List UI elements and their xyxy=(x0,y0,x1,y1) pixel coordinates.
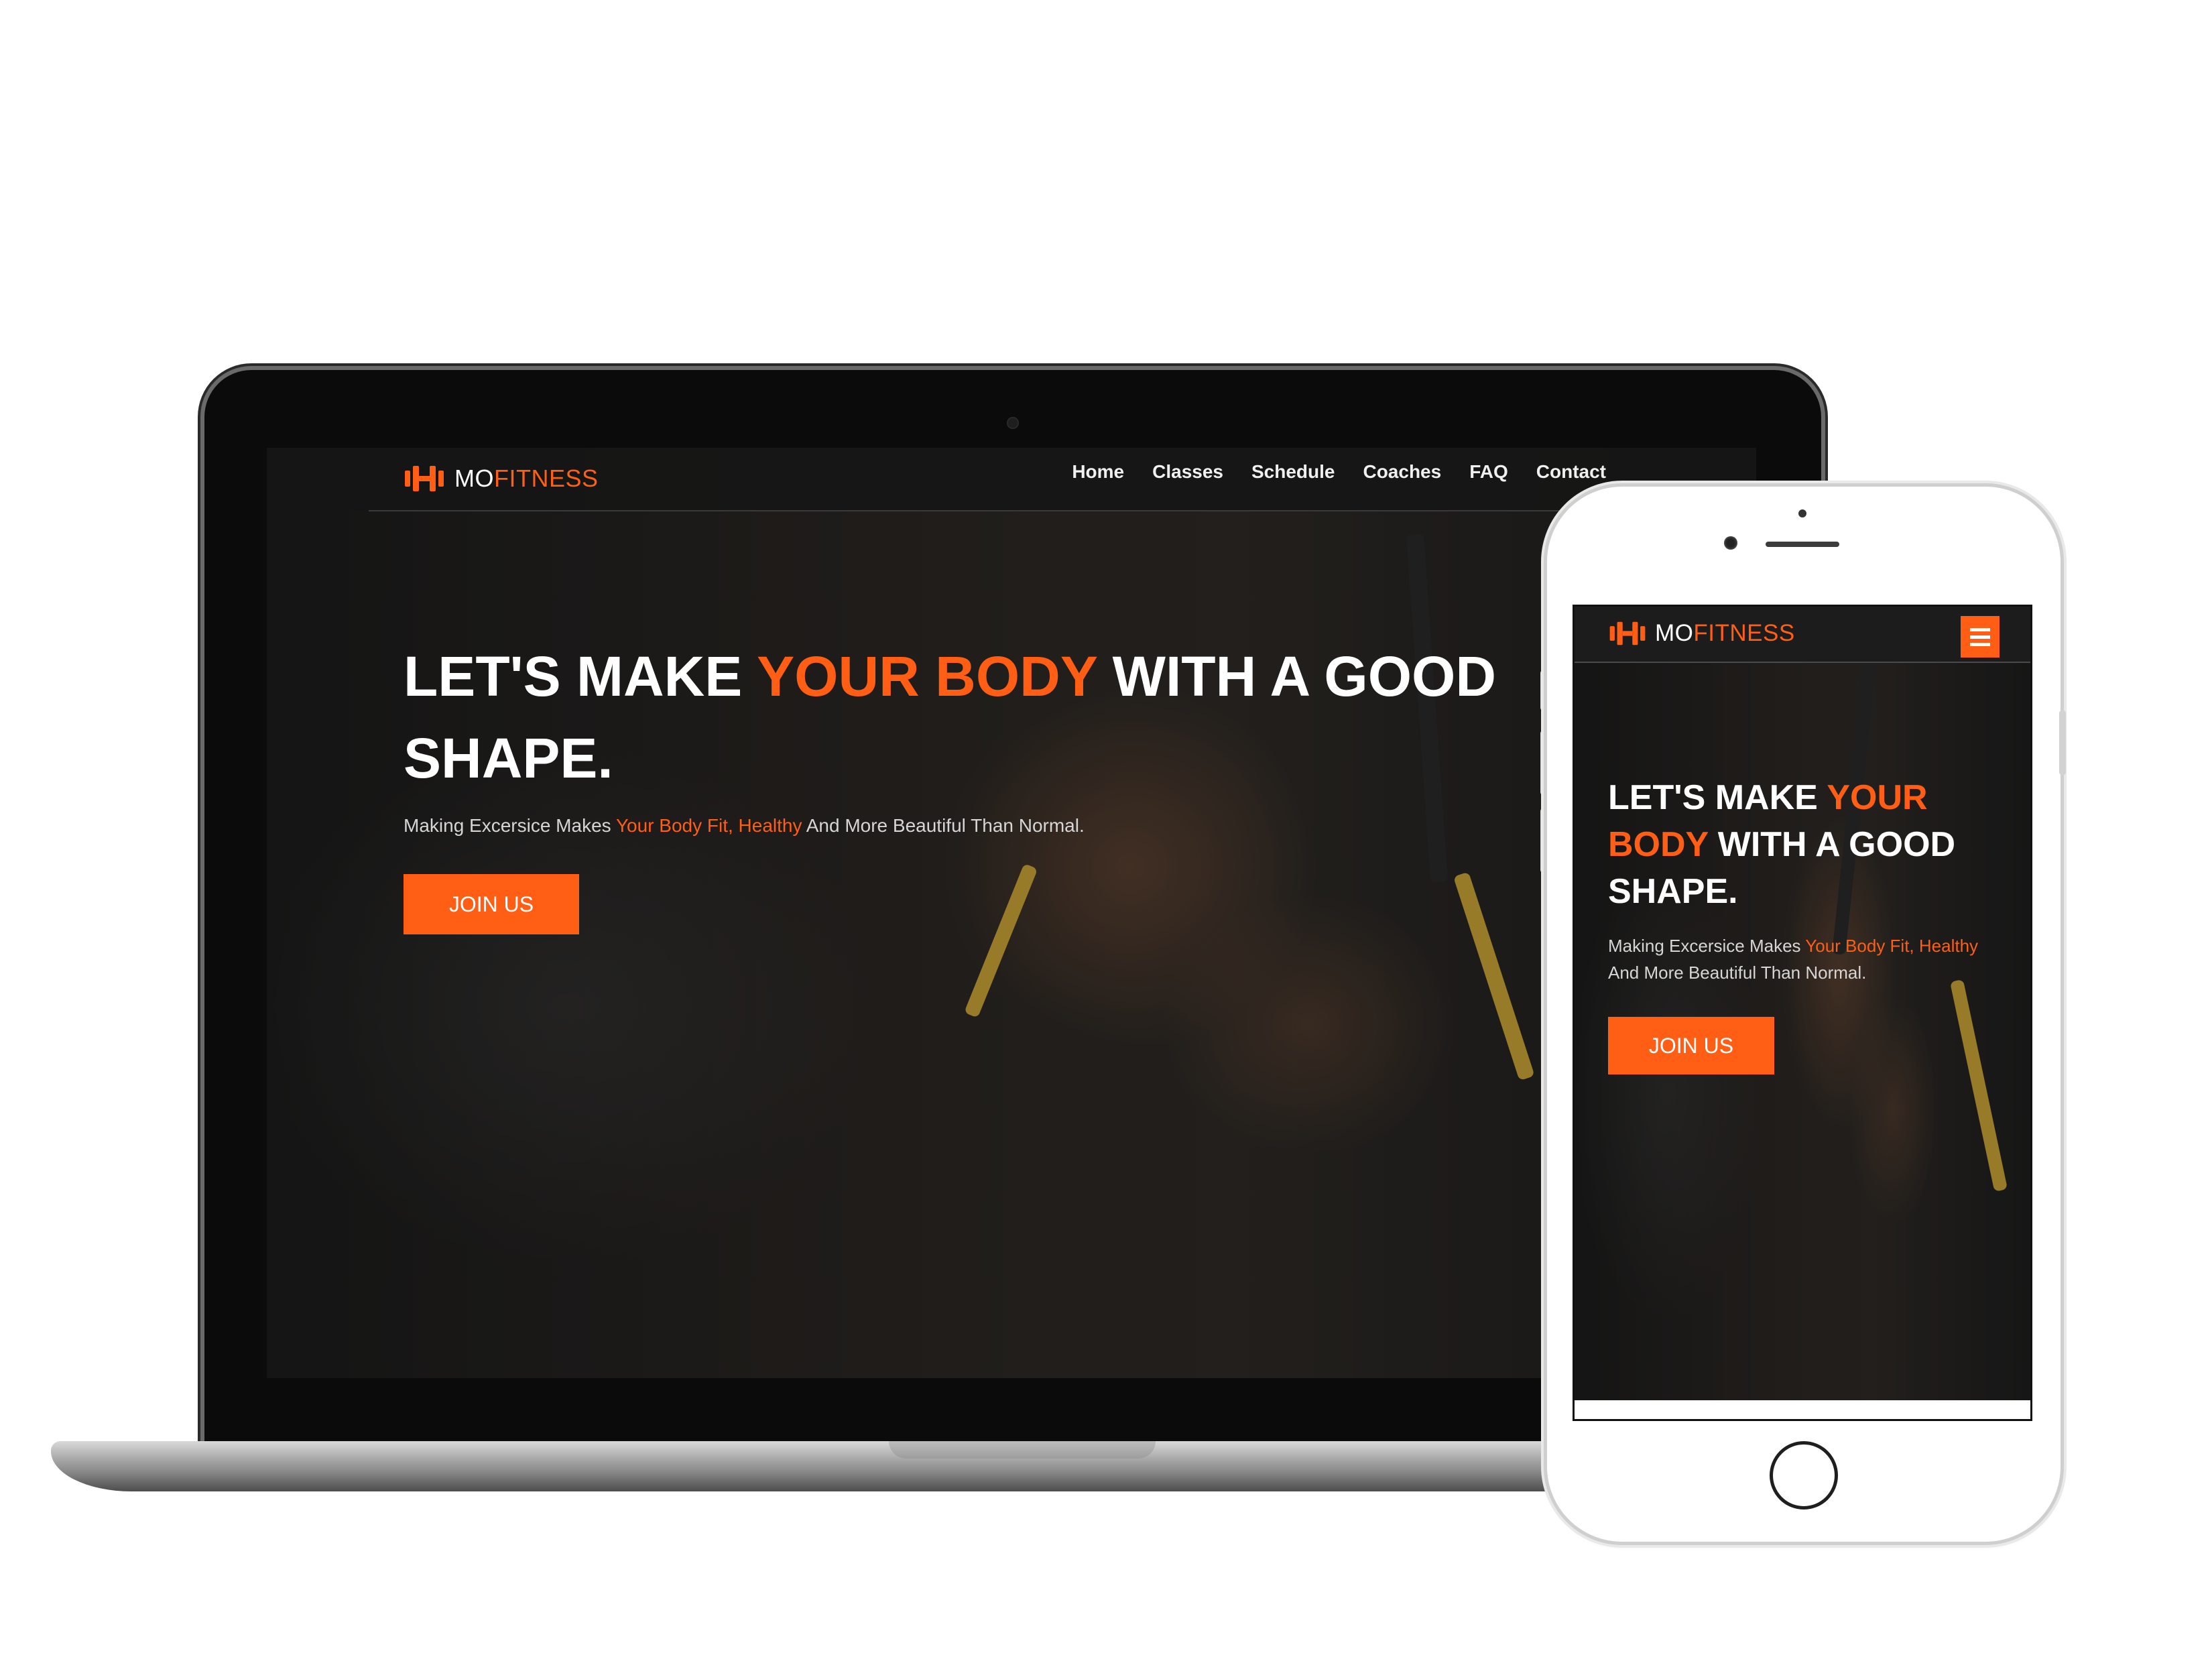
phone-speaker xyxy=(1766,542,1839,547)
home-button[interactable] xyxy=(1770,1441,1838,1510)
header-divider xyxy=(369,510,1654,511)
hero-subtitle: Making Excersice Makes Your Body Fit, He… xyxy=(1608,936,1979,983)
menu-bar xyxy=(1970,627,1990,631)
hero-overlay xyxy=(1575,607,2030,1419)
mobile-header: MOFITNESS xyxy=(1575,607,2030,662)
nav-home[interactable]: Home xyxy=(1072,461,1124,483)
dumbbell-icon xyxy=(1609,621,1646,646)
hero-subtitle: Making Excersice Makes Your Body Fit, He… xyxy=(404,815,1085,836)
header-divider xyxy=(1575,662,2030,663)
brand-name: MOFITNESS xyxy=(1655,620,1795,646)
laptop-screen: MOFITNESS Home Classes Schedule Coaches … xyxy=(267,448,1756,1378)
phone-screen: MOFITNESS LET'S MAKE YOUR BODY WITH A GOO… xyxy=(1573,605,2032,1421)
laptop-trackpad-notch xyxy=(889,1441,1156,1459)
brand-name: MOFITNESS xyxy=(454,465,599,492)
main-nav: Home Classes Schedule Coaches FAQ Contac… xyxy=(1072,461,1606,483)
phone-side-button xyxy=(1540,670,1547,711)
hamburger-menu-icon[interactable] xyxy=(1961,616,2000,658)
menu-bar xyxy=(1970,635,1990,639)
brand-logo[interactable]: MOFITNESS xyxy=(404,464,599,493)
nav-coaches[interactable]: Coaches xyxy=(1363,461,1441,483)
nav-classes[interactable]: Classes xyxy=(1152,461,1223,483)
laptop-camera xyxy=(1007,417,1019,429)
brand-logo[interactable]: MOFITNESS xyxy=(1608,620,1795,647)
phone-power-button xyxy=(2059,711,2066,775)
dumbbell-icon xyxy=(405,466,444,491)
hero-title: LET'S MAKE YOUR BODY WITH A GOOD SHAPE. xyxy=(404,645,1497,790)
site-header: MOFITNESS Home Classes Schedule Coaches … xyxy=(267,448,1756,511)
phone-volume-up xyxy=(1540,731,1547,795)
screen-bottom-strip xyxy=(1575,1400,2030,1419)
phone-volume-down xyxy=(1540,808,1547,873)
menu-bar xyxy=(1970,642,1990,646)
nav-contact[interactable]: Contact xyxy=(1536,461,1606,483)
nav-schedule[interactable]: Schedule xyxy=(1251,461,1335,483)
nav-faq[interactable]: FAQ xyxy=(1469,461,1508,483)
hero-title: LET'S MAKE YOUR BODY WITH A GOOD SHAPE. xyxy=(1608,778,1956,911)
phone-sensor xyxy=(1798,509,1806,517)
phone-camera xyxy=(1724,536,1737,550)
join-us-button[interactable]: JOIN US xyxy=(1608,1017,1774,1074)
join-us-button[interactable]: JOIN US xyxy=(404,874,579,934)
